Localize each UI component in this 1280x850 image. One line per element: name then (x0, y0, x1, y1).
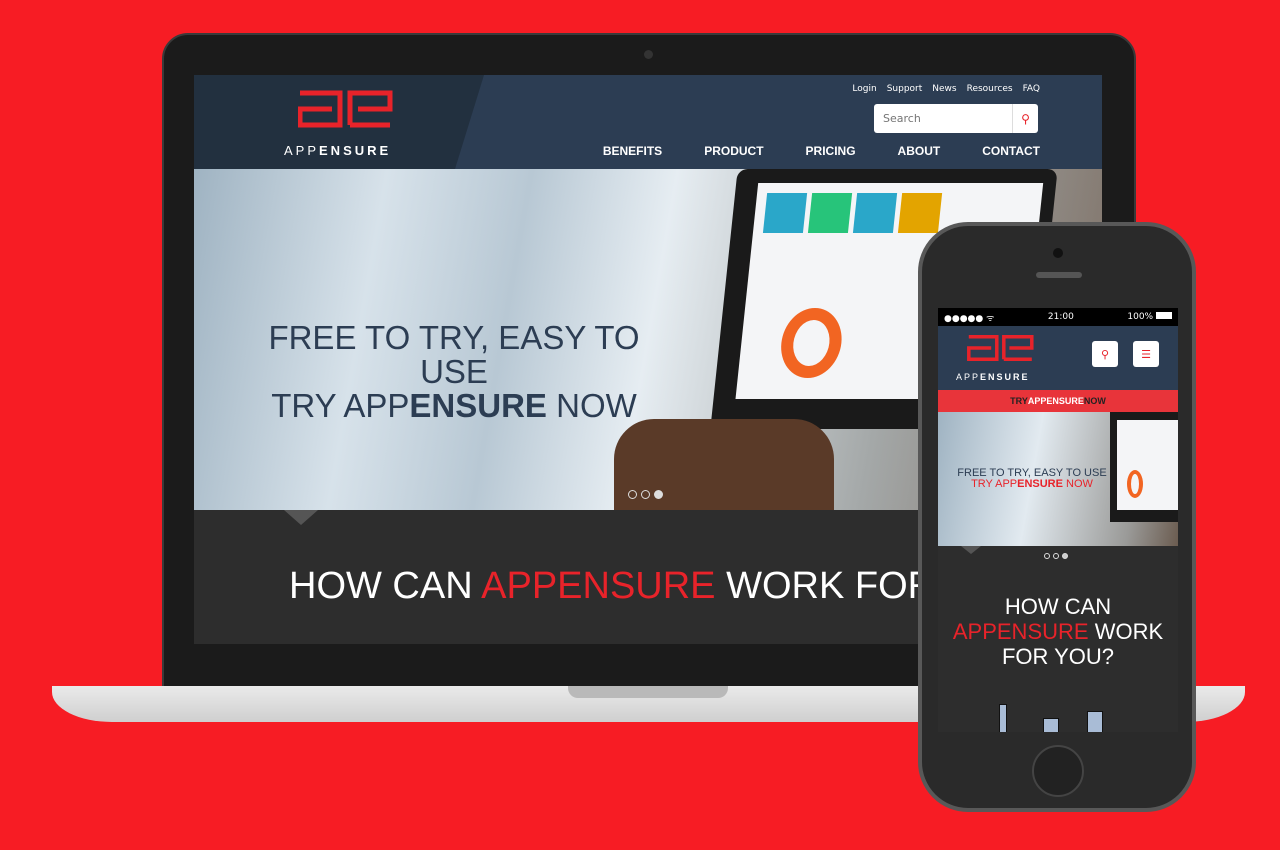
search-input[interactable] (874, 112, 1012, 125)
slide-dot-2[interactable] (1053, 553, 1059, 559)
mobile-site: ●●●●● ᯤ 21:00 100% APPENSURE ⚲ ☰ TRY APPE… (938, 308, 1178, 732)
dash-card (807, 193, 853, 233)
mobile-search-button[interactable]: ⚲ (1092, 341, 1118, 367)
slide-dot-1[interactable] (628, 490, 637, 499)
mobile-section-heading: HOW CAN APPENSURE WORK FOR YOU? (938, 594, 1178, 669)
graphic-bar (1087, 711, 1103, 732)
dash-card (762, 193, 808, 233)
phone-speaker (1036, 272, 1082, 278)
heading-b: APPENSURE (481, 565, 716, 607)
banner-a: TRY (1010, 396, 1028, 406)
link-support[interactable]: Support (887, 84, 923, 94)
hero-line2: TRY APPENSURE NOW (948, 479, 1116, 490)
search-button[interactable]: ⚲ (1012, 104, 1038, 133)
hero-laptop-image (1110, 412, 1178, 522)
top-links: Login Support News Resources FAQ (852, 84, 1040, 94)
slide-dot-1[interactable] (1044, 553, 1050, 559)
status-time: 21:00 (1047, 312, 1074, 322)
wordmark-bold: ENSURE (980, 372, 1030, 382)
graphic-bar (1043, 718, 1059, 732)
nav-pricing[interactable]: PRICING (806, 144, 856, 158)
nav-benefits[interactable]: BENEFITS (603, 144, 662, 158)
search-icon: ⚲ (1021, 111, 1030, 126)
phone-camera (1053, 248, 1063, 258)
slide-dot-3[interactable] (1062, 553, 1068, 559)
hero-line2-a: TRY APP (271, 387, 410, 424)
wordmark-light: APP (284, 143, 320, 158)
donut-chart (1127, 470, 1143, 498)
mobile-menu-button[interactable]: ☰ (1133, 341, 1159, 367)
try-banner[interactable]: TRY APPENSURE NOW (938, 390, 1178, 412)
dash-card (852, 193, 898, 233)
heading-l2: APPENSURE WORK (938, 619, 1178, 644)
hero-line2-c: NOW (1062, 478, 1093, 490)
laptop-camera (644, 50, 653, 59)
slider-dots (628, 490, 663, 499)
hero-line2-b: ENSURE (1017, 478, 1063, 490)
wordmark-bold: ENSURE (319, 143, 392, 158)
logo-mark-icon[interactable] (966, 334, 1036, 362)
link-resources[interactable]: Resources (967, 84, 1013, 94)
heading-a: HOW CAN (289, 565, 482, 607)
wordmark-light: APP (956, 372, 981, 382)
link-news[interactable]: News (932, 84, 956, 94)
slider-dots (1044, 553, 1068, 559)
battery: 100% (1127, 312, 1172, 322)
nav-contact[interactable]: CONTACT (982, 144, 1040, 158)
pointer-triangle (961, 546, 981, 554)
logo-wordmark: APPENSURE (956, 372, 1030, 382)
nav-product[interactable]: PRODUCT (704, 144, 763, 158)
slide-dot-2[interactable] (641, 490, 650, 499)
logo[interactable] (297, 89, 394, 131)
heading-l1: HOW CAN (1004, 594, 1112, 619)
status-bar: ●●●●● ᯤ 21:00 100% (938, 308, 1178, 326)
slide-dot-3[interactable] (654, 490, 663, 499)
nav-about[interactable]: ABOUT (898, 144, 941, 158)
heading-l2a: APPENSURE (952, 619, 1089, 644)
dash-card (897, 193, 943, 233)
laptop-notch (568, 686, 728, 698)
hero-headline: FREE TO TRY, EASY TO USE TRY APPENSURE N… (244, 321, 664, 423)
main-nav: BENEFITS PRODUCT PRICING ABOUT CONTACT (603, 144, 1040, 158)
heading-l2b: WORK (1088, 619, 1164, 644)
mobile-header: APPENSURE ⚲ ☰ (938, 326, 1178, 390)
logo-wordmark: APPENSURE (284, 143, 391, 158)
battery-level: 100% (1127, 312, 1154, 322)
logo-mark-icon (297, 90, 393, 128)
heading-l3: FOR YOU? (1001, 644, 1115, 669)
link-faq[interactable]: FAQ (1023, 84, 1040, 94)
donut-chart (777, 308, 846, 378)
search-icon: ⚲ (1100, 347, 1110, 361)
search-box: ⚲ (874, 104, 1038, 133)
hero-line2-a: TRY APP (971, 478, 1018, 490)
link-login[interactable]: Login (852, 84, 876, 94)
banner-c: NOW (1083, 396, 1106, 406)
hero-line1: FREE TO TRY, EASY TO USE (268, 319, 640, 390)
graphic-bar (999, 704, 1007, 732)
site-header: APPENSURE Login Support News Resources F… (194, 75, 1102, 169)
menu-icon: ☰ (1141, 347, 1151, 361)
home-button[interactable] (1032, 745, 1084, 797)
mobile-hero-headline: FREE TO TRY, EASY TO USE TRY APPENSURE N… (948, 468, 1116, 490)
battery-icon (1155, 312, 1172, 319)
dashboard-image (1117, 420, 1178, 510)
hero-line2-c: NOW (546, 387, 637, 424)
hero-line2-b: ENSURE (409, 387, 547, 424)
mobile-hero: FREE TO TRY, EASY TO USE TRY APPENSURE N… (938, 412, 1178, 546)
hero-line2: TRY APPENSURE NOW (244, 389, 664, 423)
pointer-triangle (284, 510, 318, 525)
banner-b: APPENSURE (1027, 396, 1084, 406)
signal-icon: ●●●●● ᯤ (944, 313, 995, 324)
